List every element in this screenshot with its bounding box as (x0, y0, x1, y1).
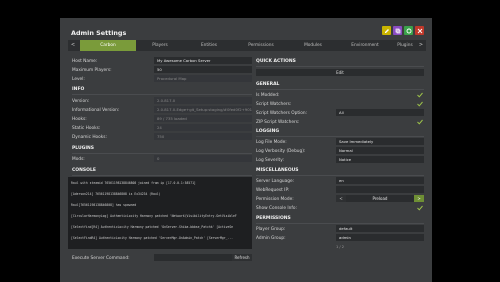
red-close-button[interactable] (415, 26, 424, 35)
console-section-header: CONSOLE (72, 168, 96, 173)
player-group-input[interactable]: default (336, 225, 424, 232)
green-settings-button[interactable] (404, 26, 413, 35)
host-name-input[interactable]: My Awesome Carbon Server (154, 57, 252, 64)
tab-players[interactable]: Players (136, 40, 184, 51)
webrequest-ip-label: WebRequest IP: (256, 188, 290, 193)
copy-icon (395, 28, 400, 33)
player-group-label: Player Group: (256, 227, 286, 232)
dynamic-hooks-label: Dynamic Hooks: (72, 135, 107, 140)
server-language-label: Server Language: (256, 179, 295, 184)
log-file-mode-label: Log File Mode: (256, 140, 287, 145)
console-line: [CircularHarmonyLog] AuthenticLocity Har… (71, 214, 237, 218)
version-field: 2.0.817.0 (154, 97, 252, 104)
show-console-info-label: Show Console Info: (256, 206, 297, 211)
max-players-input[interactable]: 50 (154, 66, 252, 73)
hooks-label: Hooks: (72, 117, 87, 122)
divider (256, 66, 424, 67)
mods-field: 0 (154, 155, 252, 162)
plugins-section-header: PLUGINS (72, 146, 95, 151)
console-line: Raul[76561198138846808] has spawned (71, 203, 137, 207)
tab-carbon[interactable]: Carbon (80, 40, 136, 51)
server-language-input[interactable]: en (336, 177, 424, 184)
gear-icon (406, 28, 411, 33)
tab-prev-arrow[interactable]: < (68, 40, 78, 51)
version-label: Version: (72, 99, 90, 104)
divider (256, 175, 424, 176)
tab-modules[interactable]: Modules (288, 40, 338, 51)
info-section-header: INFO (72, 87, 85, 92)
level-field: Procedural Map (154, 75, 252, 82)
yellow-edit-button[interactable] (382, 26, 391, 35)
permission-mode-next-button[interactable]: > (414, 195, 424, 202)
permissions-section-header: PERMISSIONS (256, 216, 291, 221)
purple-copy-button[interactable] (393, 26, 402, 35)
console-line: [Selectfind[R4] AuthenticLocity Harmony … (71, 225, 234, 229)
log-verbosity-label: Log Verbosity (Debug): (256, 149, 306, 154)
permission-mode-label: Permission Mode: (256, 197, 294, 202)
script-watchers-option-label: Script Watchers Option: (256, 111, 308, 116)
webrequest-ip-input[interactable] (336, 186, 424, 193)
tab-permissions[interactable]: Permissions (234, 40, 288, 51)
tab-bar: < Carbon Players Entities Permissions Mo… (68, 40, 426, 51)
is-modded-label: Is Modded: (256, 93, 280, 98)
pencil-icon (384, 28, 389, 33)
divider (256, 136, 424, 137)
divider (72, 175, 252, 176)
miscellaneous-section-header: MISCELLANEOUS (256, 168, 299, 173)
level-label: Level: (72, 77, 85, 82)
divider (72, 153, 252, 154)
tab-environment[interactable]: Environment (338, 40, 392, 51)
close-icon (417, 28, 422, 33)
host-name-label: Host Name: (72, 59, 98, 64)
command-input[interactable] (154, 254, 232, 261)
console-line: Raul with steamid 76561198138846808 join… (71, 181, 196, 185)
tab-entities[interactable]: Entities (184, 40, 234, 51)
permission-mode-value: Preload (346, 195, 414, 202)
permission-mode-prev-button[interactable]: < (336, 195, 346, 202)
refresh-button[interactable]: Refresh (232, 254, 252, 261)
quick-actions-header: QUICK ACTIONS (256, 59, 296, 64)
mods-label: Mods: (72, 157, 85, 162)
general-section-header: GENERAL (256, 82, 280, 87)
divider (256, 223, 424, 224)
is-modded-checkbox[interactable] (417, 92, 423, 98)
console-line: [SelectFindR4] AuthenticLocity Harmony p… (71, 236, 234, 240)
max-players-label: Maximum Players: (72, 68, 112, 73)
execute-command-label: Execute Server Command: (72, 256, 130, 261)
zip-script-watchers-checkbox[interactable] (417, 119, 423, 125)
console-output[interactable]: Raul with steamid 76561198138846808 join… (68, 177, 252, 249)
page-indicator: 1 / 2 (336, 245, 345, 249)
console-line: [Aderson214] 76561198138846808 is Ex3423… (71, 192, 161, 196)
static-hooks-label: Static Hooks: (72, 126, 101, 131)
admin-group-input[interactable]: admin (336, 234, 424, 241)
script-watchers-option-select[interactable]: All (336, 109, 424, 116)
hooks-field: 89 / 735 loaded (154, 115, 252, 122)
edit-button[interactable]: Edit (256, 69, 424, 76)
logging-section-header: LOGGING (256, 129, 280, 134)
log-verbosity-select[interactable]: Normal (336, 147, 424, 154)
divider (256, 89, 424, 90)
title-bar: Admin Settings (60, 18, 432, 40)
show-console-info-checkbox[interactable] (417, 205, 423, 211)
tab-next-arrow[interactable]: > (416, 40, 426, 51)
admin-settings-window: Admin Settings < Carbon Players Entities… (60, 18, 432, 282)
log-severity-label: Log Severity: (256, 158, 284, 163)
window-title: Admin Settings (71, 29, 127, 37)
log-file-mode-select[interactable]: Save Immediately (336, 138, 424, 145)
dynamic-hooks-field: 750 (154, 133, 252, 140)
log-severity-select[interactable]: Notice (336, 156, 424, 163)
tab-plugins[interactable]: Plugins (392, 40, 418, 51)
divider (72, 94, 252, 95)
informational-version-field: 2.0.817.0-Edge+git_Setup:staging/#0fed0f… (154, 106, 252, 113)
informational-version-label: Informational Version: (72, 108, 120, 113)
script-watchers-checkbox[interactable] (417, 101, 423, 107)
admin-group-label: Admin Group: (256, 236, 286, 241)
static-hooks-field: 24 (154, 124, 252, 131)
script-watchers-label: Script Watchers: (256, 102, 292, 107)
zip-script-watchers-label: ZIP Script Watchers: (256, 120, 300, 125)
